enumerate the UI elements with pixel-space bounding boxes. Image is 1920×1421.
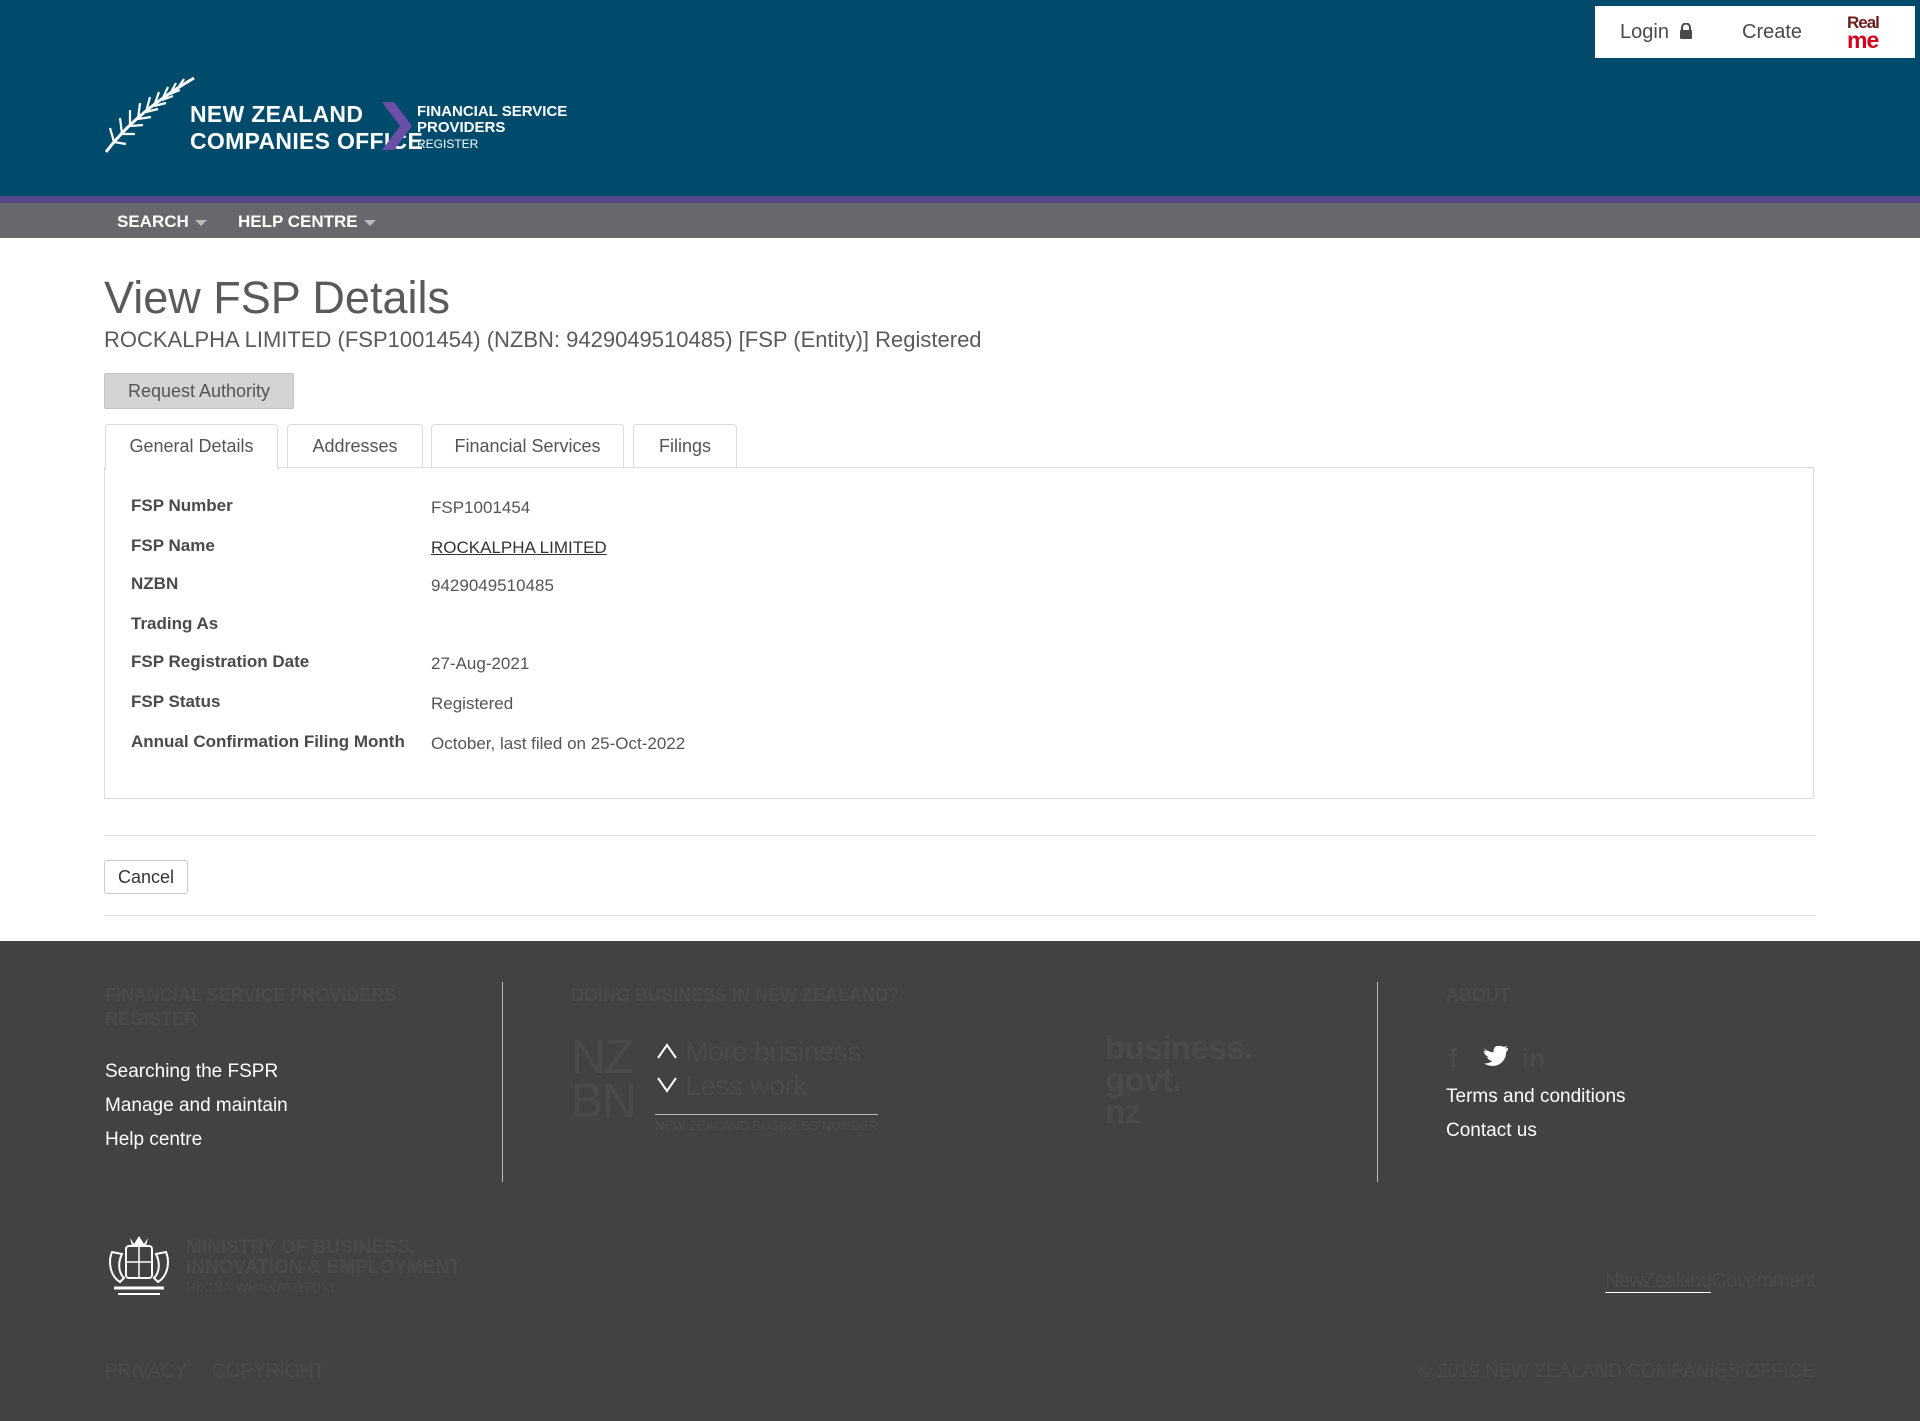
silver-fern-icon	[104, 76, 195, 153]
account-box: Login Create Real me	[1595, 6, 1915, 58]
nz-government-logo[interactable]: NewZealandGovernment	[1605, 1270, 1816, 1293]
login-link[interactable]: Login	[1620, 21, 1693, 44]
lock-icon	[1679, 22, 1692, 39]
footer-doing-business-heading: DOING BUSINESS IN NEW ZEALAND?	[571, 985, 900, 1005]
fsp-register-wordmark: FINANCIAL SERVICE PROVIDERS REGISTER	[417, 103, 568, 152]
cancel-button[interactable]: Cancel	[104, 860, 188, 894]
nz-coat-of-arms-icon	[109, 1236, 169, 1295]
footer-link-help-centre[interactable]: Help centre	[105, 1129, 202, 1151]
caret-down-icon	[194, 219, 207, 226]
footer-link-terms[interactable]: Terms and conditions	[1446, 1086, 1626, 1108]
footer-about-heading: ABOUT	[1446, 985, 1510, 1005]
realme-logo[interactable]: Real me	[1847, 13, 1891, 53]
nzbn-logo[interactable]: NZ BN More business Less work NEW ZEALAN…	[571, 1034, 879, 1133]
fsp-name-link[interactable]: ROCKALPHA LIMITED	[431, 538, 607, 558]
footer-divider	[1377, 982, 1378, 1182]
copyright-notice: © 2019 NEW ZEALAND COMPANIES OFFICE	[1418, 1361, 1815, 1382]
main-nav: SEARCH HELP CENTRE	[0, 203, 1920, 238]
mbie-logo[interactable]: MINISTRY OF BUSINESS, INNOVATION & EMPLO…	[104, 1232, 461, 1303]
site-header: NEW ZEALAND COMPANIES OFFICE FINANCIAL S…	[0, 0, 1920, 196]
tab-addresses[interactable]: Addresses	[287, 424, 423, 468]
chevron-up-icon	[657, 1043, 677, 1059]
header-accent-strip	[0, 196, 1920, 203]
page-title: View FSP Details	[104, 272, 450, 323]
nav-search[interactable]: SEARCH	[117, 212, 207, 232]
footer-link-privacy[interactable]: PRIVACY	[105, 1361, 187, 1383]
business-govt-nz-logo[interactable]: business. govt. nz	[1105, 1031, 1253, 1128]
footer-link-searching-fspr[interactable]: Searching the FSPR	[105, 1061, 278, 1083]
twitter-icon[interactable]	[1483, 1046, 1509, 1068]
general-details-panel: FSP Number FSP1001454 FSP Name ROCKALPHA…	[104, 467, 1814, 799]
linkedin-icon[interactable]: in	[1522, 1043, 1545, 1074]
nav-help-centre[interactable]: HELP CENTRE	[238, 212, 376, 232]
chevron-right-icon	[382, 102, 412, 150]
tab-general-details[interactable]: General Details	[105, 424, 278, 470]
tab-filings[interactable]: Filings	[633, 424, 737, 468]
facebook-icon[interactable]: f	[1449, 1043, 1458, 1074]
footer-fspr-heading: FINANCIAL SERVICE PROVIDERS REGISTER	[105, 985, 397, 1029]
fsp-summary: ROCKALPHA LIMITED (FSP1001454) (NZBN: 94…	[104, 327, 982, 352]
create-link[interactable]: Create	[1742, 21, 1802, 44]
chevron-down-icon	[657, 1077, 677, 1093]
footer-link-contact-us[interactable]: Contact us	[1446, 1120, 1537, 1142]
request-authority-button[interactable]: Request Authority	[104, 373, 294, 409]
footer-link-copyright[interactable]: COPYRIGHT	[212, 1361, 325, 1383]
footer-link-manage-maintain[interactable]: Manage and maintain	[105, 1095, 288, 1117]
tab-financial-services[interactable]: Financial Services	[431, 424, 624, 468]
footer-divider	[502, 982, 503, 1182]
caret-down-icon	[363, 219, 376, 226]
divider	[104, 835, 1816, 836]
divider	[104, 915, 1816, 916]
mbie-wordmark: MINISTRY OF BUSINESS, INNOVATION & EMPLO…	[186, 1237, 461, 1296]
